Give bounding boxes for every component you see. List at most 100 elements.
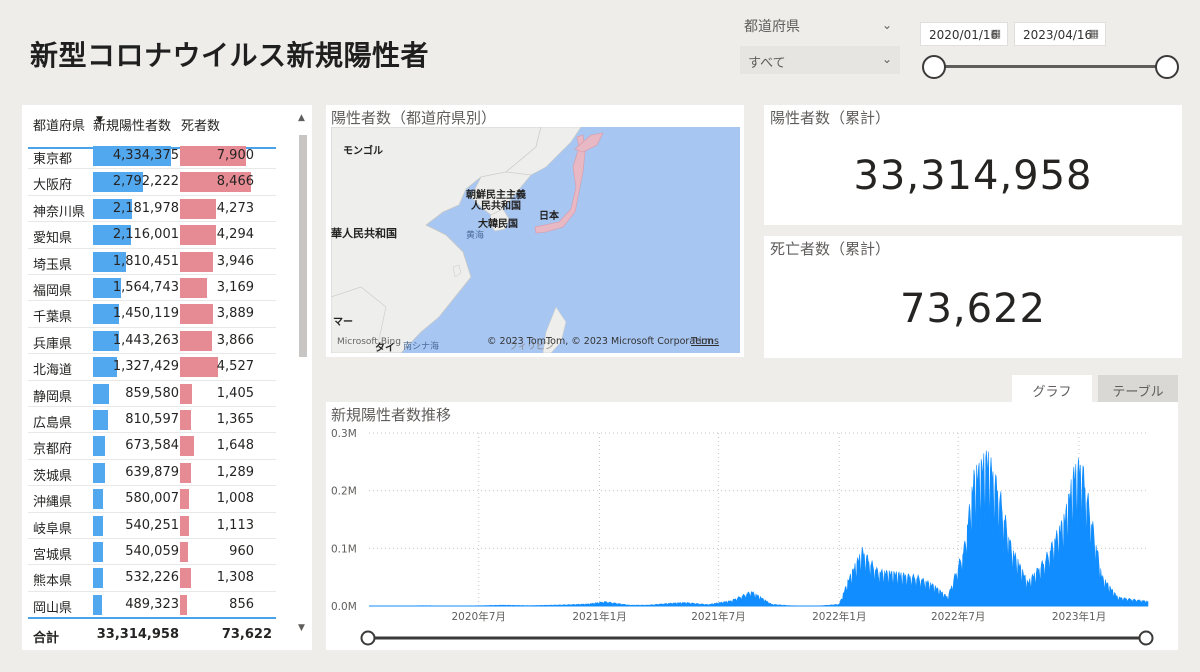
- row-deaths-cell: 3,169: [180, 277, 256, 299]
- sort-desc-icon[interactable]: ▼: [96, 115, 103, 125]
- deaths-bar: [180, 542, 189, 562]
- x-tick-label: 2023年1月: [1052, 610, 1106, 623]
- row-positive-cell: 639,879: [93, 462, 179, 484]
- row-positive-value: 540,251: [125, 517, 179, 533]
- table-row[interactable]: 大阪府 2,792,222 8,466: [28, 169, 276, 196]
- tab-table[interactable]: テーブル: [1098, 375, 1178, 402]
- row-positive-value: 532,226: [125, 570, 179, 586]
- y-tick-label: 0.3M: [331, 428, 357, 440]
- row-positive-value: 1,810,451: [112, 253, 179, 269]
- date-end-input[interactable]: 2023/04/16 ▦: [1014, 22, 1106, 46]
- trend-chart-svg: 0.0M 0.1M 0.2M 0.3M 2020年7月 2021年1月 2021年7月 202…: [331, 428, 1154, 646]
- table-row[interactable]: 静岡県 859,580 1,405: [28, 381, 276, 407]
- column-header-deaths[interactable]: 死者数: [181, 115, 220, 134]
- x-range-end-handle[interactable]: [1138, 630, 1154, 646]
- row-positive-cell: 532,226: [93, 567, 179, 589]
- table-row[interactable]: 北海道 1,327,429 4,527: [28, 354, 276, 381]
- row-prefecture: 茨城県: [33, 468, 73, 484]
- row-prefecture: 広島県: [33, 416, 73, 431]
- row-positive-value: 859,580: [125, 385, 179, 401]
- date-start-input[interactable]: 2020/01/16 ▦: [920, 22, 1008, 46]
- table-row[interactable]: 広島県 810,597 1,365: [28, 407, 276, 434]
- row-deaths-cell: 1,405: [180, 383, 256, 405]
- row-deaths-value: 960: [229, 544, 254, 559]
- table-row[interactable]: 埼玉県 1,810,451 3,946: [28, 249, 276, 275]
- positive-bar: [93, 383, 109, 404]
- x-tick-label: 2021年1月: [572, 610, 626, 623]
- row-prefecture: 大阪府: [33, 178, 73, 194]
- scrollbar-thumb[interactable]: [299, 135, 307, 357]
- deaths-bar: [180, 225, 216, 246]
- table-row[interactable]: 東京都 4,334,375 7,900: [28, 143, 276, 170]
- table-row[interactable]: 千葉県 1,450,119 3,889: [28, 301, 276, 328]
- calendar-icon[interactable]: ▦: [1089, 27, 1099, 40]
- row-prefecture: 愛知県: [33, 231, 73, 247]
- table-row[interactable]: 京都府 673,584 1,648: [28, 433, 276, 460]
- row-positive-cell: 540,251: [93, 515, 179, 537]
- row-deaths-cell: 4,273: [180, 198, 256, 220]
- deaths-bar: [180, 383, 192, 404]
- table-row[interactable]: 茨城県 639,879 1,289: [28, 460, 276, 487]
- prefecture-dropdown-value: すべて: [748, 56, 786, 71]
- total-deaths: 73,622: [221, 627, 272, 642]
- series-area: [369, 450, 1149, 607]
- row-deaths-cell: 1,289: [180, 462, 256, 484]
- row-positive-cell: 2,792,222: [93, 171, 179, 193]
- prefecture-slicer-header[interactable]: 都道府県 ⌄: [744, 16, 900, 38]
- table-row[interactable]: 神奈川県 2,181,978 4,273: [28, 196, 276, 223]
- row-positive-value: 1,443,263: [112, 332, 179, 348]
- row-deaths-cell: 1,365: [180, 409, 256, 431]
- row-deaths-cell: 8,466: [180, 171, 256, 193]
- row-positive-cell: 859,580: [93, 383, 179, 405]
- deaths-bar: [180, 436, 194, 457]
- calendar-icon[interactable]: ▦: [991, 27, 1001, 40]
- row-prefecture: 京都府: [33, 442, 73, 458]
- row-prefecture: 静岡県: [33, 389, 73, 405]
- date-range-end-handle[interactable]: [1155, 55, 1179, 79]
- row-deaths-value: 8,466: [216, 174, 254, 190]
- row-prefecture: 北海道: [33, 363, 73, 379]
- table-row[interactable]: 熊本県 532,226 1,308: [28, 565, 276, 592]
- row-positive-cell: 1,443,263: [93, 330, 179, 352]
- table-row[interactable]: 宮城県 540,059 960: [28, 539, 276, 566]
- tab-graph[interactable]: グラフ: [1012, 375, 1092, 402]
- scroll-down-icon[interactable]: ▼: [298, 623, 305, 633]
- table-scrollbar[interactable]: ▲ ▼: [298, 113, 308, 633]
- chevron-down-icon[interactable]: ⌄: [882, 18, 892, 32]
- row-positive-cell: 1,564,743: [93, 277, 179, 299]
- row-deaths-value: 3,946: [216, 253, 254, 269]
- row-positive-cell: 2,181,978: [93, 198, 179, 220]
- deaths-bar: [180, 304, 213, 325]
- map-label-dprk-2: 人民共和国: [471, 201, 521, 212]
- table-row[interactable]: 沖縄県 580,007 1,008: [28, 486, 276, 513]
- deaths-bar: [180, 251, 214, 272]
- table-row[interactable]: 兵庫県 1,443,263 3,866: [28, 328, 276, 355]
- row-positive-value: 2,181,978: [112, 200, 179, 216]
- date-range-start-handle[interactable]: [922, 55, 946, 79]
- column-header-prefecture[interactable]: 都道府県: [33, 115, 85, 134]
- deaths-bar: [180, 489, 189, 510]
- date-range-track[interactable]: [934, 65, 1168, 68]
- scroll-up-icon[interactable]: ▲: [298, 113, 305, 123]
- prefecture-dropdown[interactable]: すべて ⌄: [740, 46, 900, 74]
- table-row[interactable]: 岡山県 489,323 856: [28, 592, 276, 619]
- trend-chart: 新規陽性者数推移 0.0M 0.1M 0.2M 0.3M 2020年7月 2021年1月 2…: [326, 402, 1178, 650]
- total-label: 合計: [33, 631, 60, 646]
- row-deaths-cell: 3,946: [180, 251, 256, 273]
- map-label-mongolia: モンゴル: [343, 146, 383, 157]
- column-header-positive[interactable]: 新規陽性者数: [93, 115, 171, 134]
- row-deaths-cell: 4,294: [180, 224, 256, 246]
- row-deaths-cell: 4,527: [180, 356, 256, 378]
- row-deaths-cell: 3,866: [180, 330, 256, 352]
- row-prefecture: 岐阜県: [33, 521, 73, 537]
- x-range-start-handle[interactable]: [360, 630, 376, 646]
- deaths-bar: [180, 198, 216, 219]
- table-row[interactable]: 愛知県 2,116,001 4,294: [28, 222, 276, 249]
- date-end-value: 2023/04/16: [1023, 28, 1093, 42]
- map-credits: © 2023 TomTom, © 2023 Microsoft Corporat…: [487, 336, 714, 347]
- table-row[interactable]: 岐阜県 540,251 1,113: [28, 513, 276, 539]
- table-row[interactable]: 福岡県 1,564,743 3,169: [28, 275, 276, 302]
- deaths-bar: [180, 594, 188, 615]
- map-terms-link[interactable]: Terms: [691, 336, 719, 347]
- map-canvas[interactable]: モンゴル 朝鮮民主主義 人民共和国 大韓民国 日本 華人民共和国 黄海 マー タ…: [331, 127, 740, 353]
